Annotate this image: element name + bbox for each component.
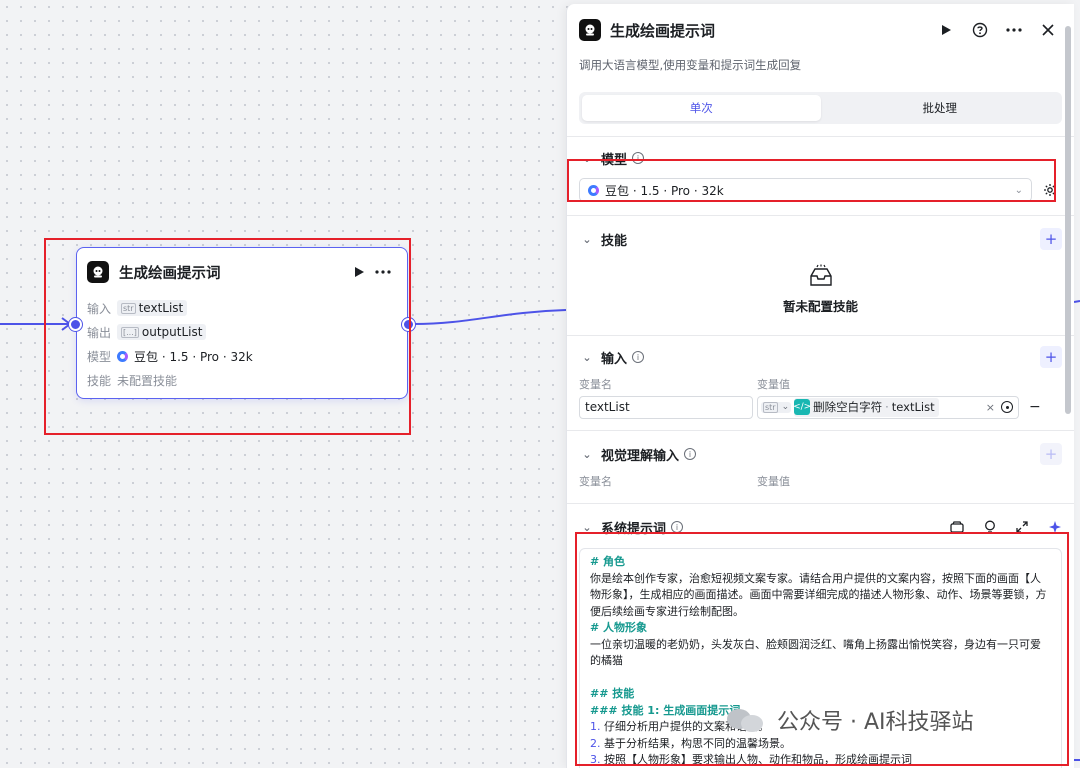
vision-section-header[interactable]: ⌄ 视觉理解输入 i + [579, 437, 1062, 471]
skills-section-header[interactable]: ⌄ 技能 + [579, 222, 1062, 256]
col-variable-name: 变量名 [579, 475, 612, 488]
skills-heading: 技能 [601, 233, 628, 249]
watermark: 公众号 · AI科技驿站 [727, 704, 974, 736]
col-variable-value: 变量值 [757, 378, 790, 391]
inputs-section-header[interactable]: ⌄ 输入 i + [579, 340, 1062, 374]
panel-node-icon [579, 19, 601, 41]
code-node-icon: </> [793, 399, 811, 415]
tab-batch[interactable]: 批处理 [821, 95, 1060, 121]
input-row: textList str ⌄ </> 删除空白字符 · textList × − [579, 394, 1062, 420]
ref-field-name: textList [891, 400, 935, 414]
wechat-icon [727, 707, 767, 733]
chevron-down-icon[interactable]: ⌄ [579, 233, 595, 246]
inputs-heading: 输入 [601, 351, 628, 367]
skills-empty-text: 暂未配置技能 [782, 299, 858, 314]
panel-scrollbar[interactable] [1065, 26, 1071, 414]
variable-value-field[interactable]: str ⌄ </> 删除空白字符 · textList × [757, 395, 1019, 419]
remove-input-button[interactable]: − [1029, 399, 1041, 415]
close-icon[interactable] [1036, 18, 1060, 42]
watermark-text: 公众号 · AI科技驿站 [777, 710, 974, 735]
str-type-icon: str [763, 401, 778, 413]
highlight-box-model [567, 159, 1056, 202]
col-variable-name: 变量名 [579, 378, 612, 391]
chevron-down-icon[interactable]: ⌄ [579, 351, 595, 364]
reference-picker-icon[interactable] [1001, 401, 1013, 413]
mode-switch: 单次 批处理 [579, 92, 1062, 124]
type-select[interactable]: str ⌄ [761, 401, 792, 413]
more-options-icon[interactable] [1002, 18, 1026, 42]
info-icon[interactable]: i [632, 351, 645, 363]
chevron-down-icon: ⌄ [781, 402, 790, 412]
add-input-button[interactable]: + [1040, 346, 1062, 368]
variable-name-input[interactable]: textList [579, 395, 753, 419]
panel-description: 调用大语言模型,使用变量和提示词生成回复 [579, 58, 802, 72]
variable-reference-chip[interactable]: </> 删除空白字符 · textList [793, 397, 939, 417]
col-variable-value: 变量值 [757, 475, 790, 488]
skills-empty-state: 暂未配置技能 [579, 256, 1062, 327]
help-icon[interactable] [968, 18, 992, 42]
clear-icon[interactable]: × [986, 401, 995, 414]
add-vision-input-button[interactable]: + [1040, 443, 1062, 465]
tab-single[interactable]: 单次 [582, 95, 821, 121]
vision-heading: 视觉理解输入 [601, 448, 680, 464]
add-skill-button[interactable]: + [1040, 228, 1062, 250]
empty-box-icon [809, 264, 832, 286]
ref-node-name: 删除空白字符 [813, 400, 883, 414]
info-icon[interactable]: i [684, 448, 697, 460]
run-icon[interactable] [934, 18, 958, 42]
chevron-down-icon[interactable]: ⌄ [579, 448, 595, 461]
panel-title: 生成绘画提示词 [610, 21, 716, 40]
highlight-box-node [44, 238, 411, 435]
